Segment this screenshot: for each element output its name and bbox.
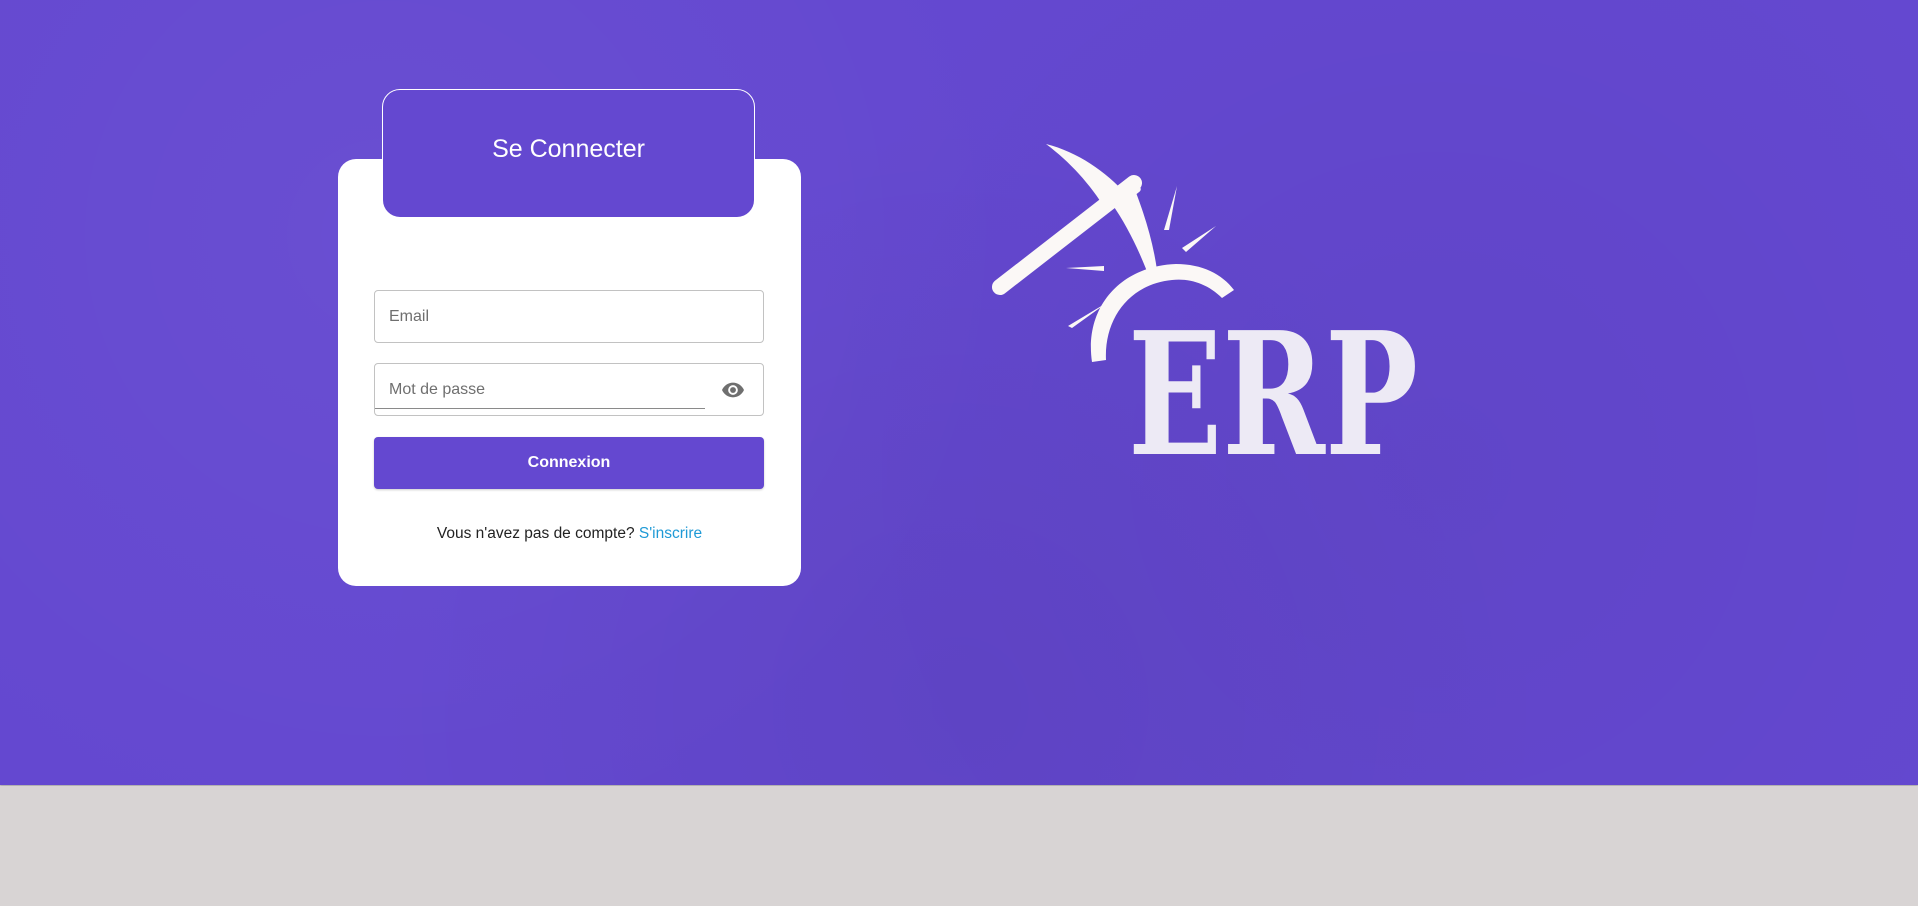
password-field[interactable] (374, 363, 764, 416)
hero-banner (0, 0, 1918, 785)
erp-logo: ERP (980, 138, 1420, 495)
connexion-button[interactable]: Connexion (374, 437, 764, 489)
logo-text: ERP (1128, 295, 1418, 468)
email-input[interactable] (375, 291, 763, 342)
password-underline (375, 408, 705, 409)
page-footer-area (0, 786, 1918, 906)
no-account-text: Vous n'avez pas de compte? (436, 525, 639, 542)
signup-link[interactable]: S'inscrire (639, 525, 702, 542)
email-field[interactable] (374, 290, 764, 343)
signup-prompt: Vous n'avez pas de compte? S'inscrire (338, 525, 801, 543)
show-password-eye-icon[interactable] (721, 379, 745, 401)
pickaxe-icon (992, 144, 1157, 295)
login-card-header: Se Connecter (382, 89, 755, 218)
login-title: Se Connecter (492, 135, 645, 163)
